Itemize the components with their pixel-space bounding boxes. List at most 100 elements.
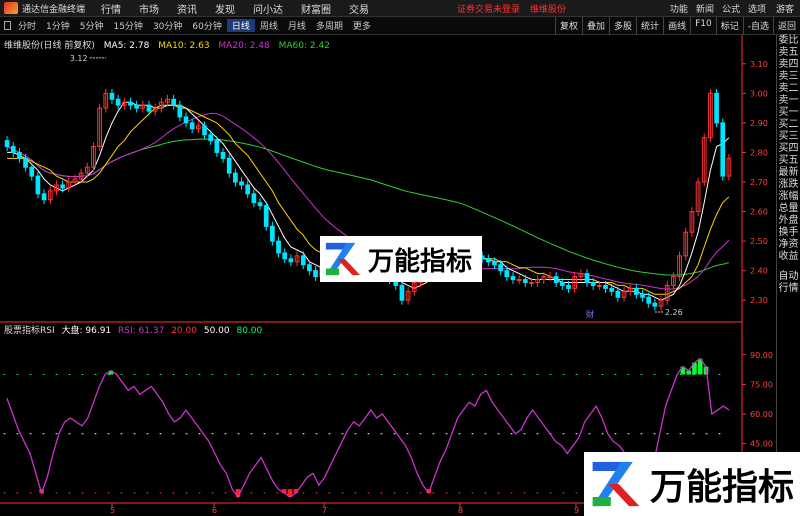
candle-body-45 (282, 252, 288, 260)
rsi-tick-label-3: 45.00 (750, 440, 773, 449)
menu-item-discover[interactable]: 发现 (215, 1, 235, 16)
stock-name: 维维股份 (530, 4, 567, 15)
price-tick-label-4: 2.70 (750, 178, 768, 187)
candle-body-38 (239, 181, 244, 186)
side-tab-eps[interactable]: 收益 (777, 251, 800, 263)
rsi-tick-label-0: 90.00 (750, 351, 773, 360)
menu-item-market[interactable]: 市场 (139, 1, 159, 16)
side-tab-outer[interactable]: 外盘 (777, 215, 800, 227)
candle-body-35 (220, 151, 226, 159)
tool-mark[interactable]: 标记 (715, 17, 743, 35)
watermark-corner-logo-icon (592, 461, 640, 507)
side-tab-sell3[interactable]: 卖三 (777, 71, 800, 83)
candle-body-81 (504, 270, 510, 278)
side-tab-volume[interactable]: 总量 (777, 203, 800, 215)
side-tab-auto[interactable]: 自动 (777, 271, 800, 283)
side-tab-buy4[interactable]: 买四 (777, 143, 800, 155)
menu-function[interactable]: 功能 (670, 2, 688, 15)
menu-item-trade[interactable]: 交易 (349, 1, 369, 16)
period-intraday[interactable]: 分时 (13, 19, 41, 32)
period-30min[interactable]: 30分钟 (148, 19, 187, 32)
side-tab-latest[interactable]: 最新 (777, 167, 800, 179)
price-tick-label-5: 2.60 (750, 208, 768, 217)
tool-draw[interactable]: 画线 (663, 17, 690, 35)
candle-body-103 (640, 293, 645, 298)
rsi-legend: 股票指标RSI 大盘: 96.91 RSI: 61.37 20.00 50.00… (4, 323, 262, 336)
login-status[interactable]: 证券交易未登录 (457, 2, 520, 15)
tool-remove-watchlist[interactable]: -自选 (742, 17, 773, 35)
candle-body-102 (634, 287, 639, 295)
tool-multi-stock[interactable]: 多股 (609, 17, 636, 35)
period-monthly[interactable]: 月线 (283, 19, 311, 32)
side-tab-weibi[interactable]: 委比 (777, 35, 800, 47)
candle-body-84 (522, 279, 528, 283)
side-tab-change[interactable]: 涨跌 (777, 179, 800, 191)
side-tab-sell4[interactable]: 卖四 (777, 59, 800, 71)
period-60min[interactable]: 60分钟 (187, 19, 226, 32)
menu-item-ask[interactable]: 问小达 (253, 1, 283, 16)
candle-body-104 (646, 296, 652, 304)
side-tab-pct-change[interactable]: 涨幅 (777, 191, 800, 203)
candle-body-37 (233, 172, 238, 183)
candle-body-116 (720, 122, 726, 177)
tool-adjust[interactable]: 复权 (555, 17, 582, 35)
ma20-label: MA20: 2.48 (218, 41, 270, 51)
guest-user[interactable]: 游客 (776, 2, 794, 15)
period-toolbar: 分时 1分钟 5分钟 15分钟 30分钟 60分钟 日线 周线 月线 多周期 更… (0, 17, 800, 35)
candle-body-43 (270, 225, 275, 242)
candle-body-27 (171, 98, 177, 106)
side-tab-buy5[interactable]: 买五 (777, 155, 800, 167)
candle-body-98 (609, 287, 615, 292)
candle-body-0 (4, 140, 10, 148)
watermark-corner-text: 万能指标 (650, 467, 795, 508)
side-tab-net-assets[interactable]: 净资 (777, 239, 800, 251)
side-tab-buy1[interactable]: 买一 (777, 107, 800, 119)
tool-f10[interactable]: F10 (690, 17, 716, 35)
side-tab-sell5[interactable]: 卖五 (777, 47, 800, 59)
x-tick-label-4: 9 (574, 506, 579, 515)
candle-body-64 (399, 284, 405, 301)
candle-body-96 (597, 284, 602, 287)
tool-stats[interactable]: 统计 (636, 17, 663, 35)
tool-back[interactable]: 返回 (772, 17, 800, 35)
candle-body-21 (134, 104, 139, 109)
side-tab-sell2[interactable]: 卖二 (777, 83, 800, 95)
side-tab-buy2[interactable]: 买二 (777, 119, 800, 131)
rsi-level-50: 50.00 (203, 326, 230, 336)
side-tab-quote[interactable]: 行情 (777, 283, 800, 295)
price-tick-label-3: 2.80 (750, 148, 768, 157)
rsi-tick-label-1: 75.00 (750, 380, 773, 389)
side-tab-buy3[interactable]: 买三 (777, 131, 800, 143)
period-1min[interactable]: 1分钟 (41, 19, 75, 32)
period-multi[interactable]: 多周期 (311, 19, 348, 32)
candle-body-23 (146, 104, 152, 112)
candle-body-28 (177, 104, 183, 118)
candle-body-80 (498, 264, 503, 272)
menu-options[interactable]: 选项 (748, 2, 766, 15)
candle-body-36 (226, 157, 232, 174)
period-weekly[interactable]: 周线 (255, 19, 283, 32)
menu-item-wealth[interactable]: 财富圈 (301, 1, 331, 16)
tool-overlay[interactable]: 叠加 (582, 17, 609, 35)
rsi-indicator-name[interactable]: 股票指标RSI (4, 326, 55, 336)
watermark-logo-icon (325, 242, 361, 276)
side-tab-turnover[interactable]: 换手 (777, 227, 800, 239)
period-more[interactable]: 更多 (348, 19, 376, 32)
candle-body-3 (23, 157, 28, 168)
watermark-text: 万能指标 (368, 246, 473, 277)
menu-news[interactable]: 新闻 (696, 2, 714, 15)
menu-formula[interactable]: 公式 (722, 2, 740, 15)
candle-body-99 (615, 290, 621, 298)
candle-body-4 (29, 166, 35, 177)
panel-toggle-icon[interactable] (4, 21, 11, 30)
menu-item-quotes[interactable]: 行情 (101, 1, 121, 16)
candle-body-94 (584, 273, 590, 283)
rsi-level-20: 20.00 (171, 326, 197, 336)
period-daily[interactable]: 日线 (226, 19, 255, 32)
menu-item-news[interactable]: 资讯 (177, 1, 197, 16)
finance-marker: 财 (586, 309, 594, 319)
side-tab-sell1[interactable]: 卖一 (777, 95, 800, 107)
period-5min[interactable]: 5分钟 (75, 19, 109, 32)
candle-body-79 (492, 261, 497, 266)
period-15min[interactable]: 15分钟 (108, 19, 147, 32)
